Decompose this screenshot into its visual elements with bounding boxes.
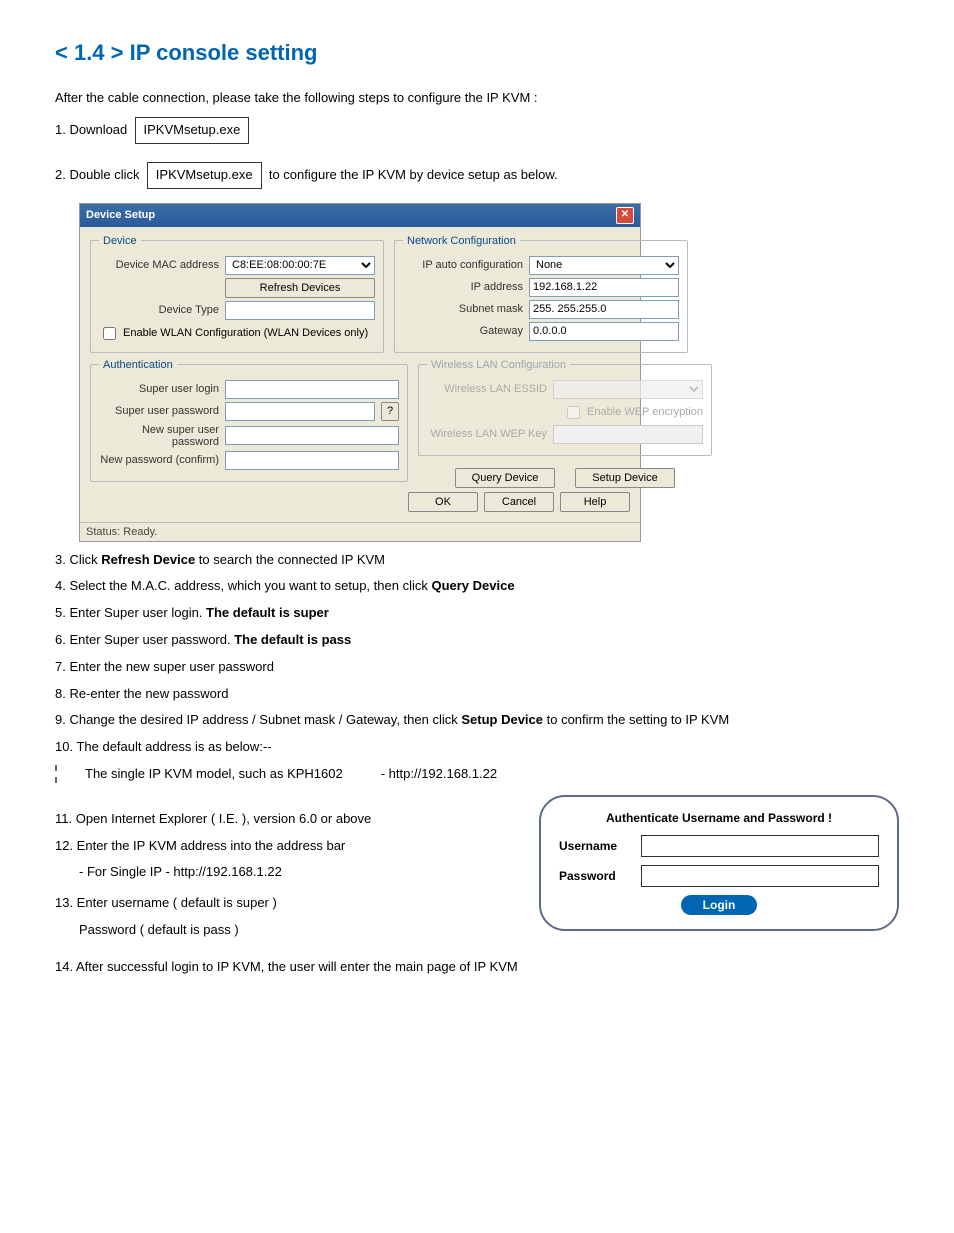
step-6a: 6. Enter Super user password.: [55, 632, 234, 647]
file-box-run: IPKVMsetup.exe: [147, 162, 262, 189]
su-pass-label: Super user password: [99, 405, 219, 417]
step-9c: to confirm the setting to IP KVM: [543, 712, 729, 727]
device-group: Device Device MAC address C8:EE:08:00:00…: [90, 235, 384, 353]
auth-username-field[interactable]: [641, 835, 879, 857]
help-button[interactable]: Help: [560, 492, 630, 512]
step-4: 4. Select the M.A.C. address, which you …: [55, 576, 899, 597]
wlan-group: Wireless LAN Configuration Wireless LAN …: [418, 359, 712, 456]
step-10: 10. The default address is as below:--: [55, 737, 899, 758]
auth-panel-title: Authenticate Username and Password !: [559, 811, 879, 825]
ok-button[interactable]: OK: [408, 492, 478, 512]
step-10-detail: The single IP KVM model, such as KPH1602…: [55, 764, 899, 785]
network-legend: Network Configuration: [403, 235, 520, 247]
wepkey-label: Wireless LAN WEP Key: [427, 428, 547, 440]
dialog-title: Device Setup: [86, 209, 155, 221]
essid-label: Wireless LAN ESSID: [427, 383, 547, 395]
new-pass-field[interactable]: [225, 426, 399, 445]
step-2-suffix: to configure the IP KVM by device setup …: [269, 167, 558, 182]
auth-legend: Authentication: [99, 359, 177, 371]
refresh-devices-button[interactable]: Refresh Devices: [225, 278, 375, 298]
login-button[interactable]: Login: [681, 895, 758, 915]
step-10-url: - http://192.168.1.22: [381, 764, 497, 785]
ipaddr-label: IP address: [403, 281, 523, 293]
ipauto-select[interactable]: None: [529, 256, 679, 275]
dash-bullet-icon: [55, 765, 67, 783]
step-4a: 4. Select the M.A.C. address, which you …: [55, 578, 431, 593]
su-pass-field[interactable]: [225, 402, 375, 421]
file-box-download: IPKVMsetup.exe: [135, 117, 250, 144]
step-3c: to search the connected IP KVM: [195, 552, 385, 567]
type-label: Device Type: [99, 304, 219, 316]
step-11: 11. Open Internet Explorer ( I.E. ), ver…: [55, 809, 499, 830]
su-login-field[interactable]: [225, 380, 399, 399]
step-9b: Setup Device: [461, 712, 543, 727]
step-5a: 5. Enter Super user login.: [55, 605, 206, 620]
step-3a: 3. Click: [55, 552, 101, 567]
dialog-title-bar: Device Setup ✕: [80, 204, 640, 227]
step-2: 2. Double click IPKVMsetup.exe to config…: [55, 162, 899, 189]
step-5: 5. Enter Super user login. The default i…: [55, 603, 899, 624]
step-12b: - For Single IP - http://192.168.1.22: [79, 862, 499, 883]
step-12: 12. Enter the IP KVM address into the ad…: [55, 836, 499, 857]
network-group: Network Configuration IP auto configurat…: [394, 235, 688, 353]
step-8: 8. Re-enter the new password: [55, 684, 899, 705]
ipauto-label: IP auto configuration: [403, 259, 523, 271]
step-3b: Refresh Device: [101, 552, 195, 567]
step-2-prefix: 2. Double click: [55, 167, 140, 182]
auth-group: Authentication Super user login Super us…: [90, 359, 408, 482]
help-icon-button[interactable]: ?: [381, 402, 399, 421]
step-13b: Password ( default is pass ): [79, 920, 499, 941]
new-pass2-field[interactable]: [225, 451, 399, 470]
close-icon[interactable]: ✕: [616, 207, 634, 224]
step-7: 7. Enter the new super user password: [55, 657, 899, 678]
wlan-config-checkbox[interactable]: [103, 327, 116, 340]
step-1: 1. Download IPKVMsetup.exe: [55, 117, 899, 144]
device-setup-dialog: Device Setup ✕ Device Device MAC address…: [79, 203, 641, 542]
step-5b: The default is super: [206, 605, 329, 620]
status-bar: Status: Ready.: [80, 522, 640, 541]
gateway-field[interactable]: [529, 322, 679, 341]
device-type-field[interactable]: [225, 301, 375, 320]
ipaddr-field[interactable]: [529, 278, 679, 297]
step-9: 9. Change the desired IP address / Subne…: [55, 710, 899, 731]
step-9a: 9. Change the desired IP address / Subne…: [55, 712, 461, 727]
auth-username-label: Username: [559, 839, 631, 853]
wep-checkbox: [567, 406, 580, 419]
step-6: 6. Enter Super user password. The defaul…: [55, 630, 899, 651]
gateway-label: Gateway: [403, 325, 523, 337]
mac-label: Device MAC address: [99, 259, 219, 271]
step-4b: Query Device: [431, 578, 514, 593]
intro-text: After the cable connection, please take …: [55, 90, 899, 105]
device-legend: Device: [99, 235, 141, 247]
wlan-config-label: Enable WLAN Configuration (WLAN Devices …: [123, 327, 368, 339]
new-pass-label: New super user password: [99, 424, 219, 448]
auth-password-field[interactable]: [641, 865, 879, 887]
setup-device-button[interactable]: Setup Device: [575, 468, 675, 488]
su-login-label: Super user login: [99, 383, 219, 395]
page-title: < 1.4 > IP console setting: [55, 40, 899, 66]
subnet-field[interactable]: [529, 300, 679, 319]
step-6b: The default is pass: [234, 632, 351, 647]
cancel-button[interactable]: Cancel: [484, 492, 554, 512]
new-pass2-label: New password (confirm): [99, 454, 219, 466]
wlan-legend: Wireless LAN Configuration: [427, 359, 570, 371]
auth-panel: Authenticate Username and Password ! Use…: [539, 795, 899, 931]
subnet-label: Subnet mask: [403, 303, 523, 315]
wepkey-field: [553, 425, 703, 444]
step-3: 3. Click Refresh Device to search the co…: [55, 550, 899, 571]
step-14: 14. After successful login to IP KVM, th…: [55, 957, 899, 978]
query-device-button[interactable]: Query Device: [455, 468, 555, 488]
essid-select: [553, 380, 703, 399]
step-13: 13. Enter username ( default is super ): [55, 893, 499, 914]
wep-label: Enable WEP encryption: [587, 406, 703, 418]
auth-password-label: Password: [559, 869, 631, 883]
step-1-prefix: 1. Download: [55, 122, 127, 137]
step-10-model: The single IP KVM model, such as KPH1602: [85, 764, 343, 785]
mac-select[interactable]: C8:EE:08:00:00:7E: [225, 256, 375, 275]
